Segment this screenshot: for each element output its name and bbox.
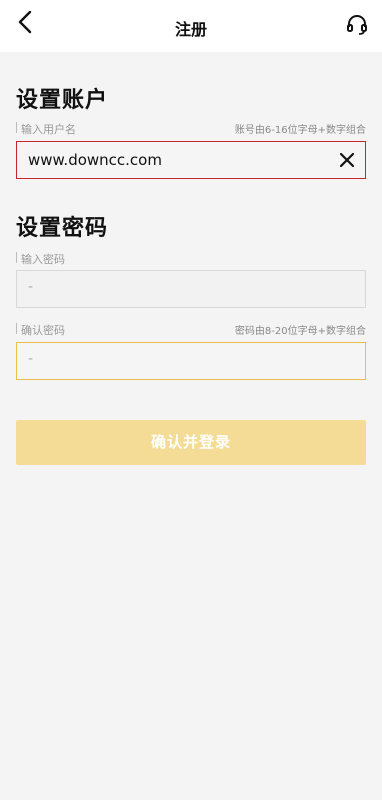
label-marker [16,252,17,263]
password-label: 输入密码 [21,253,65,266]
username-field[interactable]: www.downcc.com [16,141,366,179]
password-section-title: 设置密码 [16,216,109,241]
page-title: 注册 [174,20,207,39]
confirm-password-placeholder[interactable]: - [28,351,33,367]
username-label: 输入用户名 [21,123,76,136]
username-label-row: 输入用户名 账号由6-16位字母+数字组合 [16,121,366,136]
username-value[interactable]: www.downcc.com [28,151,162,169]
password-field[interactable]: - [16,270,366,308]
password-placeholder[interactable]: - [28,279,33,295]
headset-icon[interactable] [346,14,368,36]
label-marker [16,323,17,334]
username-hint: 账号由6-16位字母+数字组合 [234,125,366,136]
confirm-password-label: 确认密码 [21,324,65,337]
confirm-and-login-button[interactable]: 确认并登录 [16,420,366,465]
password-label-row: 输入密码 [16,251,366,266]
top-nav-bar: 注册 [0,0,382,52]
confirm-password-hint: 密码由8-20位字母+数字组合 [234,326,366,337]
confirm-password-field[interactable]: - [16,342,366,380]
confirm-label-row: 确认密码 密码由8-20位字母+数字组合 [16,322,366,337]
label-marker [16,122,17,133]
account-section-title: 设置账户 [16,88,109,113]
close-icon[interactable] [339,152,355,168]
